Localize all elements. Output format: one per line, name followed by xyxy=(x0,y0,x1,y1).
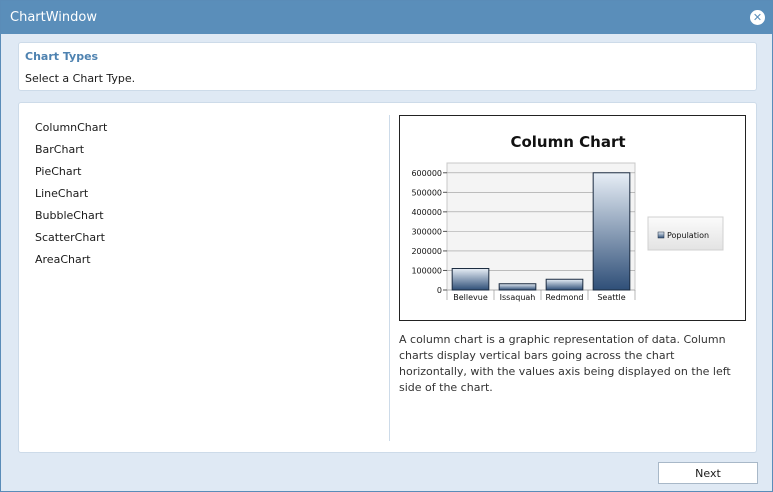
x-tick-label: Redmond xyxy=(545,293,583,302)
chart-type-item-pie[interactable]: PieChart xyxy=(35,165,107,187)
chart-type-item-bubble[interactable]: BubbleChart xyxy=(35,209,107,231)
chart-type-item-area[interactable]: AreaChart xyxy=(35,253,107,275)
legend-swatch xyxy=(657,231,665,239)
section-subheading: Select a Chart Type. xyxy=(25,72,136,85)
chart-type-item-column[interactable]: ColumnChart xyxy=(35,121,107,143)
header-panel: Chart Types Select a Chart Type. xyxy=(18,42,757,91)
title-bar: ChartWindow ✕ xyxy=(1,1,772,34)
y-tick-label: 300000 xyxy=(411,227,442,236)
x-tick-label: Seattle xyxy=(597,293,625,302)
chart-type-item-scatter[interactable]: ScatterChart xyxy=(35,231,107,253)
next-button[interactable]: Next xyxy=(658,462,758,484)
chart-type-list: ColumnChart BarChart PieChart LineChart … xyxy=(35,121,107,275)
chart-preview: Column Chart 0 100000 200000 300000 400000 500… xyxy=(399,115,746,321)
section-heading: Chart Types xyxy=(25,50,99,63)
y-tick-label: 200000 xyxy=(411,247,442,256)
window-title: ChartWindow xyxy=(10,10,97,25)
y-tick-label: 0 xyxy=(437,286,442,295)
chart-title: Column Chart xyxy=(510,133,625,151)
y-tick-label: 100000 xyxy=(411,266,442,275)
x-tick-label: Bellevue xyxy=(453,293,488,302)
column-chart: Column Chart 0 100000 200000 300000 400000 500… xyxy=(411,133,724,302)
legend-label: Population xyxy=(667,231,709,240)
bar xyxy=(498,283,537,291)
chart-window: ChartWindow ✕ Chart Types Select a Chart… xyxy=(0,0,773,492)
chart-description: A column chart is a graphic representati… xyxy=(399,333,731,394)
bar xyxy=(451,268,490,291)
y-tick-label: 400000 xyxy=(411,208,442,217)
y-tick-label: 600000 xyxy=(411,169,442,178)
bar xyxy=(545,278,584,291)
main-panel: ColumnChart BarChart PieChart LineChart … xyxy=(18,102,757,453)
close-icon[interactable]: ✕ xyxy=(750,10,765,25)
chart-type-item-bar[interactable]: BarChart xyxy=(35,143,107,165)
bar xyxy=(592,172,631,291)
x-tick-label: Issaquah xyxy=(500,293,536,302)
chart-type-item-line[interactable]: LineChart xyxy=(35,187,107,209)
panel-divider xyxy=(389,115,390,441)
y-tick-label: 500000 xyxy=(411,188,442,197)
